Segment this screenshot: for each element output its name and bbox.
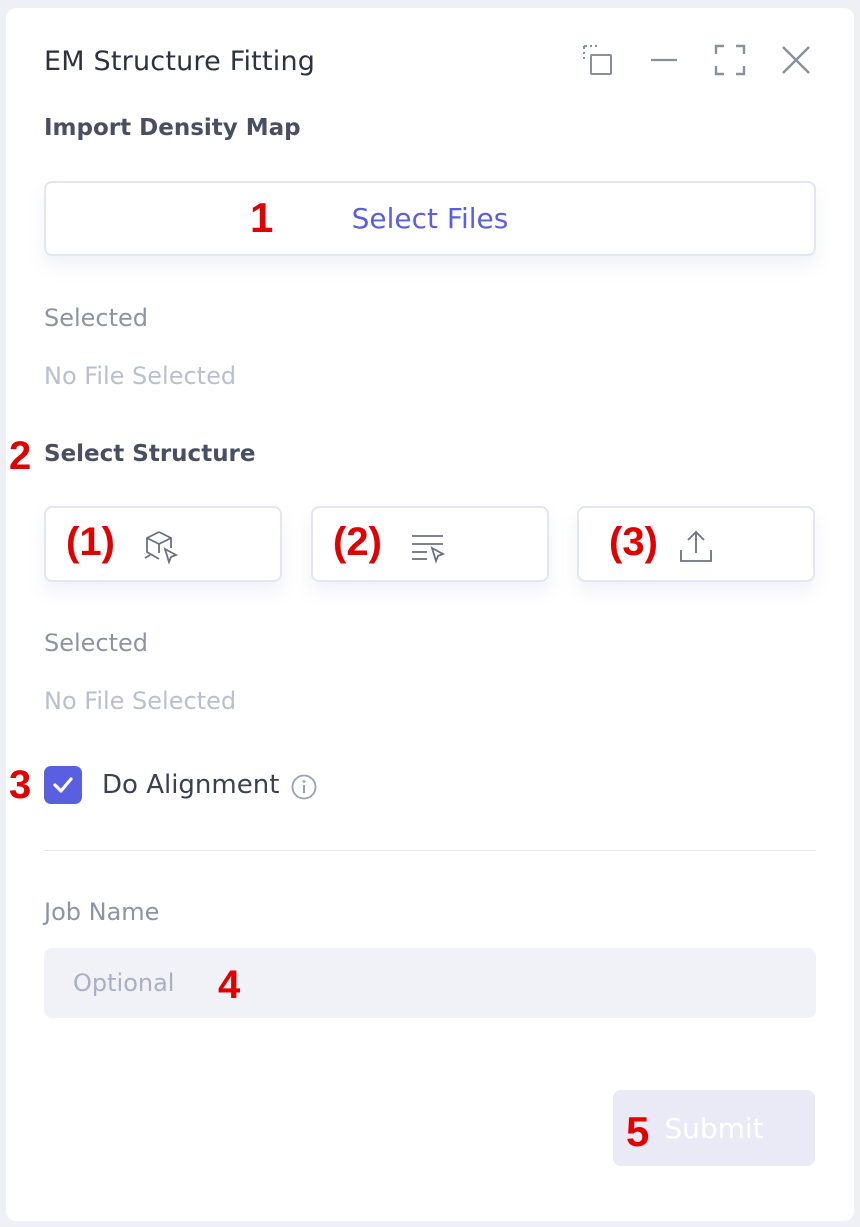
upload-icon <box>677 528 715 566</box>
maximize-icon[interactable] <box>712 42 748 78</box>
annotation-option-2: (2) <box>333 520 382 564</box>
annotation-option-3: (3) <box>609 520 658 564</box>
structure-upload-button[interactable]: (3) <box>577 506 815 582</box>
structure-from-3d-view-button[interactable]: (1) <box>44 506 282 582</box>
list-select-icon <box>409 528 447 566</box>
window-controls <box>550 42 814 78</box>
annotation-5: 5 <box>626 1108 650 1155</box>
em-structure-fitting-panel: EM Structure Fitting Import Density Map … <box>6 8 854 1221</box>
select-files-label: Select Files <box>351 202 509 235</box>
close-icon[interactable] <box>778 42 814 78</box>
popout-icon[interactable] <box>580 42 616 78</box>
job-name-input[interactable] <box>44 948 816 1018</box>
annotation-option-1: (1) <box>66 520 115 564</box>
do-alignment-checkbox[interactable] <box>44 766 82 804</box>
select-structure-heading: Select Structure <box>44 441 256 467</box>
section-divider <box>44 850 816 851</box>
annotation-2: 2 <box>9 434 32 478</box>
job-name-label: Job Name <box>44 898 160 926</box>
structure-selected-value: No File Selected <box>44 687 237 715</box>
annotation-3: 3 <box>9 763 32 807</box>
cube-select-icon <box>142 528 180 566</box>
structure-selected-label: Selected <box>44 629 149 657</box>
annotation-4: 4 <box>218 963 241 1007</box>
structure-from-list-button[interactable]: (2) <box>311 506 549 582</box>
do-alignment-label: Do Alignment <box>102 770 280 800</box>
import-density-map-heading: Import Density Map <box>44 115 301 141</box>
panel-title: EM Structure Fitting <box>44 46 316 77</box>
density-selected-label: Selected <box>44 304 149 332</box>
info-icon[interactable] <box>290 773 318 801</box>
select-files-button[interactable]: Select Files <box>44 181 816 256</box>
submit-label: Submit <box>664 1111 764 1145</box>
density-selected-value: No File Selected <box>44 362 237 390</box>
minimize-icon[interactable] <box>646 42 682 78</box>
annotation-1: 1 <box>250 194 274 241</box>
checkmark-icon <box>53 777 73 793</box>
